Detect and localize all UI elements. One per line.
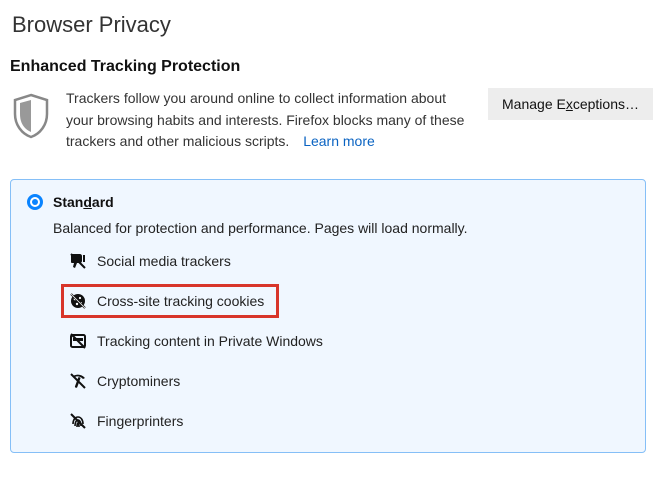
etp-intro-row: Trackers follow you around online to col… bbox=[10, 88, 653, 153]
tracker-list: Social media trackers Cross-site trackin… bbox=[69, 252, 627, 430]
standard-option-box[interactable]: Standard Balanced for protection and per… bbox=[10, 179, 646, 453]
tracker-cryptominers: Cryptominers bbox=[69, 372, 627, 390]
fingerprint-icon bbox=[69, 412, 87, 430]
tracker-social-media: Social media trackers bbox=[69, 252, 627, 270]
etp-heading: Enhanced Tracking Protection bbox=[10, 58, 653, 76]
standard-description: Balanced for protection and performance.… bbox=[53, 220, 627, 236]
tracker-label: Cryptominers bbox=[97, 373, 180, 389]
standard-title: Standard bbox=[53, 194, 114, 210]
shield-icon bbox=[10, 88, 52, 140]
thumbs-down-icon bbox=[69, 252, 87, 270]
etp-desc-text: Trackers follow you around online to col… bbox=[66, 90, 464, 149]
learn-more-link[interactable]: Learn more bbox=[303, 133, 375, 149]
page-title: Browser Privacy bbox=[12, 12, 653, 38]
tracker-label: Fingerprinters bbox=[97, 413, 183, 429]
tracker-content-private: Tracking content in Private Windows bbox=[69, 332, 627, 350]
cookie-icon bbox=[69, 292, 87, 310]
tracker-cross-site-cookies: Cross-site tracking cookies bbox=[69, 292, 627, 310]
tracker-label: Cross-site tracking cookies bbox=[97, 293, 264, 309]
pickaxe-icon bbox=[69, 372, 87, 390]
manage-exceptions-button[interactable]: Manage Exceptions… bbox=[488, 88, 653, 120]
etp-description: Trackers follow you around online to col… bbox=[66, 88, 474, 153]
standard-radio[interactable] bbox=[27, 194, 43, 210]
tracker-fingerprinters: Fingerprinters bbox=[69, 412, 627, 430]
tracker-label: Tracking content in Private Windows bbox=[97, 333, 323, 349]
window-icon bbox=[69, 332, 87, 350]
tracker-label: Social media trackers bbox=[97, 253, 231, 269]
